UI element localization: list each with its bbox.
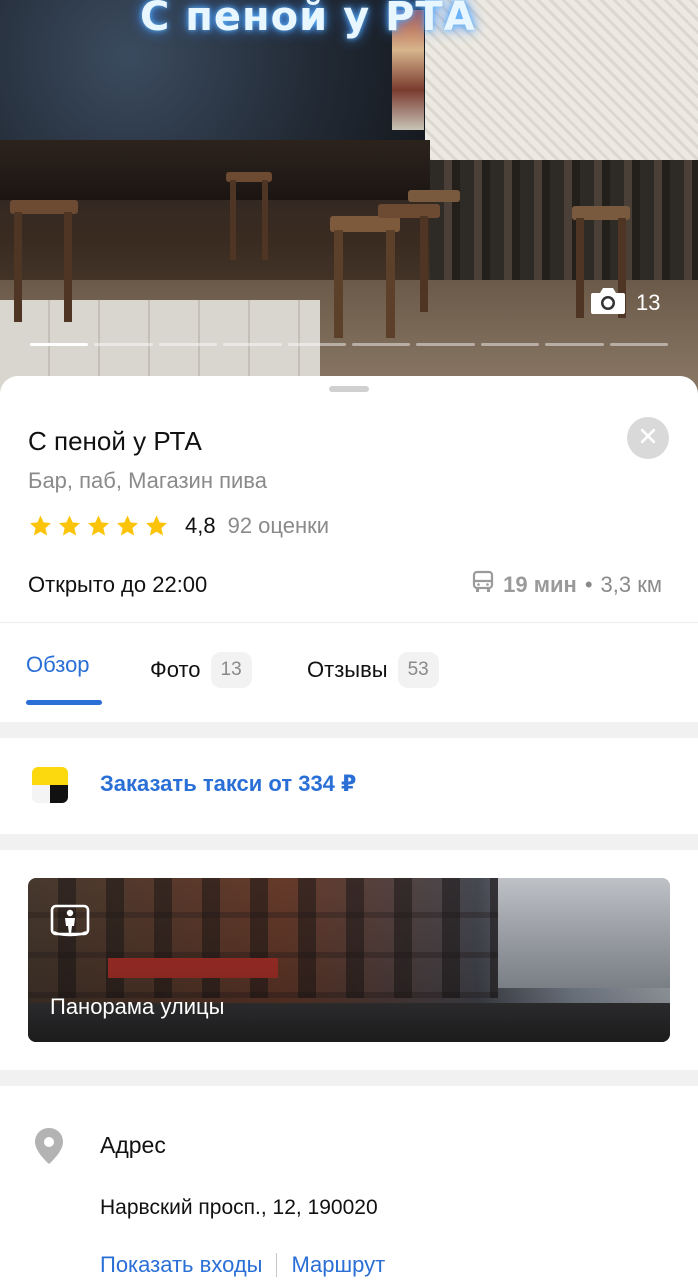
slide-dot <box>94 343 153 346</box>
bar-stool-leg <box>334 230 343 338</box>
slide-indicator <box>30 343 669 347</box>
active-tab-indicator <box>26 700 102 705</box>
slide-dot <box>480 343 540 346</box>
photo-count: 13 <box>636 290 661 315</box>
bar-stool-leg <box>386 230 395 338</box>
slide-dot <box>545 343 604 346</box>
address-actions: Показать входы Маршрут <box>100 1252 385 1278</box>
photo-counter[interactable]: 13 <box>590 286 660 320</box>
tab-photos[interactable]: Фото 13 <box>150 652 252 688</box>
star-icon <box>117 515 138 536</box>
bar-stool-leg <box>14 212 22 322</box>
opening-hours[interactable]: Открыто до 22:00 <box>28 572 207 598</box>
tab-overview[interactable]: Обзор <box>26 652 90 678</box>
tab-photos-count: 13 <box>210 652 252 688</box>
star-icon <box>59 515 80 536</box>
bar-stool-leg <box>576 218 584 318</box>
link-separator <box>276 1253 278 1277</box>
tab-photos-label: Фото <box>150 657 201 682</box>
slide-dot <box>416 343 475 346</box>
bar-stool-leg <box>262 180 268 260</box>
route-separator: • <box>584 572 593 597</box>
drag-handle[interactable] <box>329 386 369 392</box>
route-link[interactable]: Маршрут <box>291 1252 385 1278</box>
close-icon <box>640 428 656 449</box>
address-value[interactable]: Нарвский просп., 12, 190020 <box>100 1196 378 1220</box>
hero-photo[interactable]: С пеной у РТА 13 <box>0 0 698 400</box>
panorama-label: Панорама улицы <box>50 994 225 1019</box>
taxi-order-row[interactable]: Заказать такси от 334 ₽ <box>0 738 698 834</box>
street-panorama[interactable]: Панорама улицы <box>28 878 670 1042</box>
star-icon <box>88 515 109 536</box>
slide-dot <box>158 343 218 346</box>
rating-count: 92 оценки <box>227 513 330 538</box>
camera-icon <box>590 286 626 321</box>
route-info[interactable]: 19 мин • 3,3 км <box>471 570 662 600</box>
address-title: Адрес <box>100 1132 166 1158</box>
location-pin-icon <box>32 1126 66 1171</box>
place-title: С пеной у РТА <box>28 426 202 456</box>
bar-stool <box>408 190 460 202</box>
show-entrances-link[interactable]: Показать входы <box>100 1252 262 1278</box>
rating-value: 4,8 <box>185 513 216 538</box>
bus-icon <box>471 570 495 600</box>
star-icon <box>146 515 167 536</box>
tab-reviews[interactable]: Отзывы 53 <box>307 652 439 688</box>
slide-dot <box>609 343 669 346</box>
bar-stool-leg <box>64 212 72 322</box>
tab-reviews-label: Отзывы <box>307 657 388 682</box>
bar-stool-leg <box>420 216 428 312</box>
neon-sign: С пеной у РТА <box>140 0 476 40</box>
tab-overview-label: Обзор <box>26 652 90 677</box>
slide-dot <box>30 343 89 346</box>
route-time: 19 мин <box>503 572 577 597</box>
section-separator <box>0 834 698 850</box>
place-category: Бар, паб, Магазин пива <box>28 468 267 493</box>
route-distance: 3,3 км <box>600 572 662 597</box>
close-button[interactable] <box>627 417 669 459</box>
bar-stool <box>378 204 440 218</box>
slide-dot <box>287 343 347 346</box>
panorama-icon <box>50 902 90 945</box>
rating-row[interactable]: 4,8 92 оценки <box>28 511 329 541</box>
tab-bar: Обзор Фото 13 Отзывы 53 <box>0 622 698 722</box>
section-separator <box>0 1070 698 1086</box>
rating-stars <box>28 514 169 538</box>
taxi-logo-icon <box>32 767 68 803</box>
tab-reviews-count: 53 <box>397 652 439 688</box>
section-separator <box>0 722 698 738</box>
bar-counter <box>0 140 430 200</box>
star-icon <box>30 515 51 536</box>
address-section: Адрес Нарвский просп., 12, 190020 Показа… <box>0 1086 698 1280</box>
taxi-order-link[interactable]: Заказать такси от 334 ₽ <box>100 771 356 797</box>
bar-stool-leg <box>230 180 236 260</box>
slide-dot <box>352 343 411 346</box>
place-card: С пеной у РТА Бар, паб, Магазин пива 4,8… <box>0 376 698 1280</box>
slide-dot <box>223 343 282 346</box>
